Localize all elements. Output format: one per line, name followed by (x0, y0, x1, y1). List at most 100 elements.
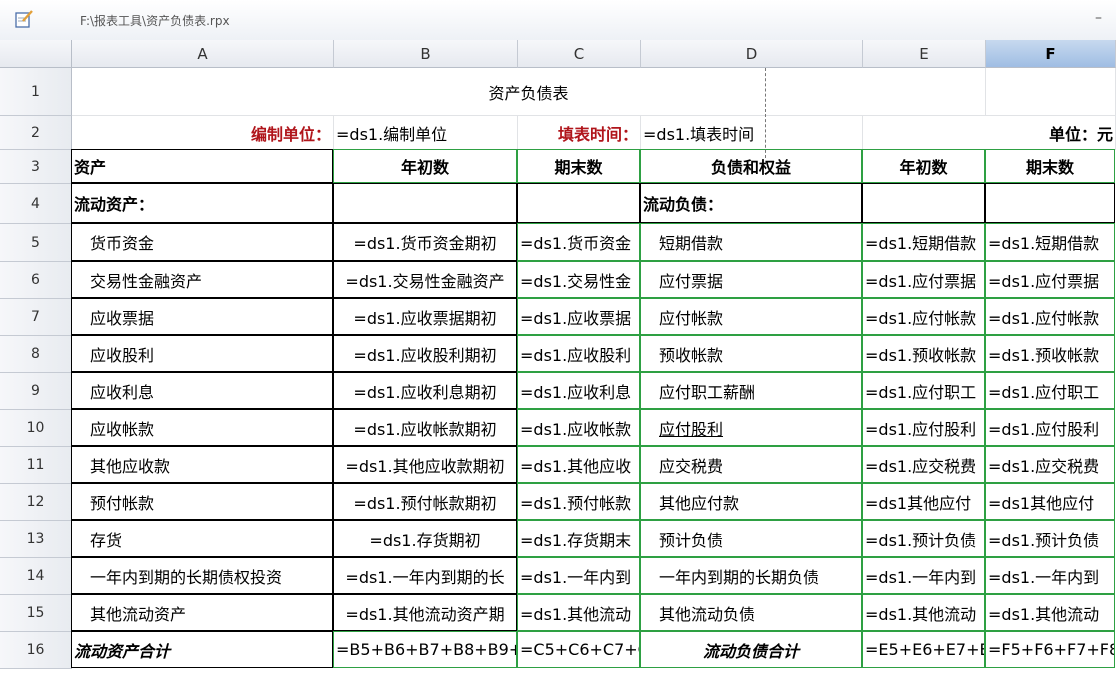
cell-a11[interactable]: 其他应收款 (71, 446, 333, 483)
cell-f8[interactable]: =ds1.预收帐款 (985, 335, 1115, 372)
cell-b13[interactable]: =ds1.存货期初 (333, 520, 517, 557)
row-header-11[interactable]: 11 (0, 447, 72, 484)
header-liab-opening[interactable]: 年初数 (862, 149, 985, 183)
cell-f13[interactable]: =ds1.预计负债 (985, 520, 1115, 557)
cell-a12[interactable]: 预付帐款 (71, 483, 333, 520)
cell-b5[interactable]: =ds1.货币资金期初 (333, 223, 517, 261)
row-header-9[interactable]: 9 (0, 373, 72, 410)
cell-b4[interactable] (333, 183, 517, 223)
cell-a13[interactable]: 存货 (71, 520, 333, 557)
column-header-d[interactable]: D (641, 40, 863, 68)
cell-f14[interactable]: =ds1.一年内到 (985, 557, 1115, 594)
cell-a9[interactable]: 应收利息 (71, 372, 333, 409)
cell-b10[interactable]: =ds1.应收帐款期初 (333, 409, 517, 446)
cell-e11[interactable]: =ds1.应交税费 (862, 446, 985, 483)
column-header-a[interactable]: A (72, 40, 334, 68)
cell-e8[interactable]: =ds1.预收帐款 (862, 335, 985, 372)
cell-a6[interactable]: 交易性金融资产 (71, 261, 333, 298)
row-header-2[interactable]: 2 (0, 116, 72, 150)
column-header-b[interactable]: B (334, 40, 518, 68)
cell-d10[interactable]: 应付股利 (640, 409, 862, 446)
cell-d12[interactable]: 其他应付款 (640, 483, 862, 520)
row-header-13[interactable]: 13 (0, 521, 72, 558)
cell-b12[interactable]: =ds1.预付帐款期初 (333, 483, 517, 520)
cell-c6[interactable]: =ds1.交易性金 (517, 261, 640, 298)
row-header-5[interactable]: 5 (0, 224, 72, 262)
minimize-button[interactable]: – (1095, 10, 1102, 26)
row-header-14[interactable]: 14 (0, 558, 72, 595)
cell-f5[interactable]: =ds1.短期借款 (985, 223, 1115, 261)
row-header-16[interactable]: 16 (0, 632, 72, 669)
header-assets[interactable]: 资产 (71, 149, 333, 183)
cell-b15[interactable]: =ds1.其他流动资产期 (333, 594, 517, 631)
cell-c12[interactable]: =ds1.预付帐款 (517, 483, 640, 520)
row-header-8[interactable]: 8 (0, 336, 72, 373)
cell-b14[interactable]: =ds1.一年内到期的长 (333, 557, 517, 594)
section-current-assets[interactable]: 流动资产： (71, 183, 333, 223)
cell-d5[interactable]: 短期借款 (640, 223, 862, 261)
header-assets-closing[interactable]: 期末数 (517, 149, 640, 183)
header-liabilities-equity[interactable]: 负债和权益 (640, 149, 862, 183)
cell-f11[interactable]: =ds1.应交税费 (985, 446, 1115, 483)
cell-e13[interactable]: =ds1.预计负债 (862, 520, 985, 557)
cell-c10[interactable]: =ds1.应收帐款 (517, 409, 640, 446)
total-d16[interactable]: 流动负债合计 (640, 631, 862, 668)
cell-d14[interactable]: 一年内到期的长期负债 (640, 557, 862, 594)
column-header-f[interactable]: F (986, 40, 1116, 68)
cell-e7[interactable]: =ds1.应付帐款 (862, 298, 985, 335)
cell-b6[interactable]: =ds1.交易性金融资产 (333, 261, 517, 298)
section-current-liabilities[interactable]: 流动负债： (640, 183, 862, 223)
total-f16[interactable]: =F5+F6+F7+F8+ (985, 631, 1115, 668)
total-b16[interactable]: =B5+B6+B7+B8+B9+B10 (333, 631, 517, 668)
select-all-corner[interactable] (0, 40, 72, 68)
cell-f6[interactable]: =ds1.应付票据 (985, 261, 1115, 298)
cell-f12[interactable]: =ds1其他应付 (985, 483, 1115, 520)
cell-d13[interactable]: 预计负债 (640, 520, 862, 557)
cell-a8[interactable]: 应收股利 (71, 335, 333, 372)
cell-c8[interactable]: =ds1.应收股利 (517, 335, 640, 372)
cell-a7[interactable]: 应收票据 (71, 298, 333, 335)
cell-d15[interactable]: 其他流动负债 (640, 594, 862, 631)
cell-d11[interactable]: 应交税费 (640, 446, 862, 483)
header-assets-opening[interactable]: 年初数 (333, 149, 517, 183)
cell-f9[interactable]: =ds1.应付职工 (985, 372, 1115, 409)
cell-a15[interactable]: 其他流动资产 (71, 594, 333, 631)
unit-formula-cell[interactable]: =ds1.编制单位 (334, 116, 518, 150)
row-header-1[interactable]: 1 (0, 68, 72, 116)
cell-d6[interactable]: 应付票据 (640, 261, 862, 298)
column-header-c[interactable]: C (518, 40, 641, 68)
cell-c5[interactable]: =ds1.货币资金 (517, 223, 640, 261)
cell-c7[interactable]: =ds1.应收票据 (517, 298, 640, 335)
total-a16[interactable]: 流动资产合计 (71, 631, 333, 668)
cell-e15[interactable]: =ds1.其他流动 (862, 594, 985, 631)
cell-a5[interactable]: 货币资金 (71, 223, 333, 261)
column-header-e[interactable]: E (863, 40, 986, 68)
total-e16[interactable]: =E5+E6+E7+E8+ (862, 631, 985, 668)
row-header-3[interactable]: 3 (0, 150, 72, 184)
cell-e12[interactable]: =ds1其他应付 (862, 483, 985, 520)
cell-d8[interactable]: 预收帐款 (640, 335, 862, 372)
cell-e4[interactable] (862, 183, 985, 223)
unit-label[interactable]: 编制单位： (72, 116, 334, 150)
cell-f1[interactable] (986, 68, 1116, 116)
cell-b9[interactable]: =ds1.应收利息期初 (333, 372, 517, 409)
cell-e6[interactable]: =ds1.应付票据 (862, 261, 985, 298)
cell-a14[interactable]: 一年内到期的长期债权投资 (71, 557, 333, 594)
cell-c11[interactable]: =ds1.其他应收 (517, 446, 640, 483)
cell-c13[interactable]: =ds1.存货期末 (517, 520, 640, 557)
cell-c14[interactable]: =ds1.一年内到 (517, 557, 640, 594)
row-header-12[interactable]: 12 (0, 484, 72, 521)
cell-d7[interactable]: 应付帐款 (640, 298, 862, 335)
cell-f4[interactable] (985, 183, 1115, 223)
report-title[interactable]: 资产负债表 (72, 68, 986, 116)
cell-d9[interactable]: 应付职工薪酬 (640, 372, 862, 409)
cell-e14[interactable]: =ds1.一年内到 (862, 557, 985, 594)
time-formula-cell[interactable]: =ds1.填表时间 (641, 116, 863, 150)
cell-b11[interactable]: =ds1.其他应收款期初 (333, 446, 517, 483)
time-label[interactable]: 填表时间： (518, 116, 641, 150)
cell-f7[interactable]: =ds1.应付帐款 (985, 298, 1115, 335)
cell-b7[interactable]: =ds1.应收票据期初 (333, 298, 517, 335)
cell-c9[interactable]: =ds1.应收利息 (517, 372, 640, 409)
cell-e5[interactable]: =ds1.短期借款 (862, 223, 985, 261)
row-header-10[interactable]: 10 (0, 410, 72, 447)
